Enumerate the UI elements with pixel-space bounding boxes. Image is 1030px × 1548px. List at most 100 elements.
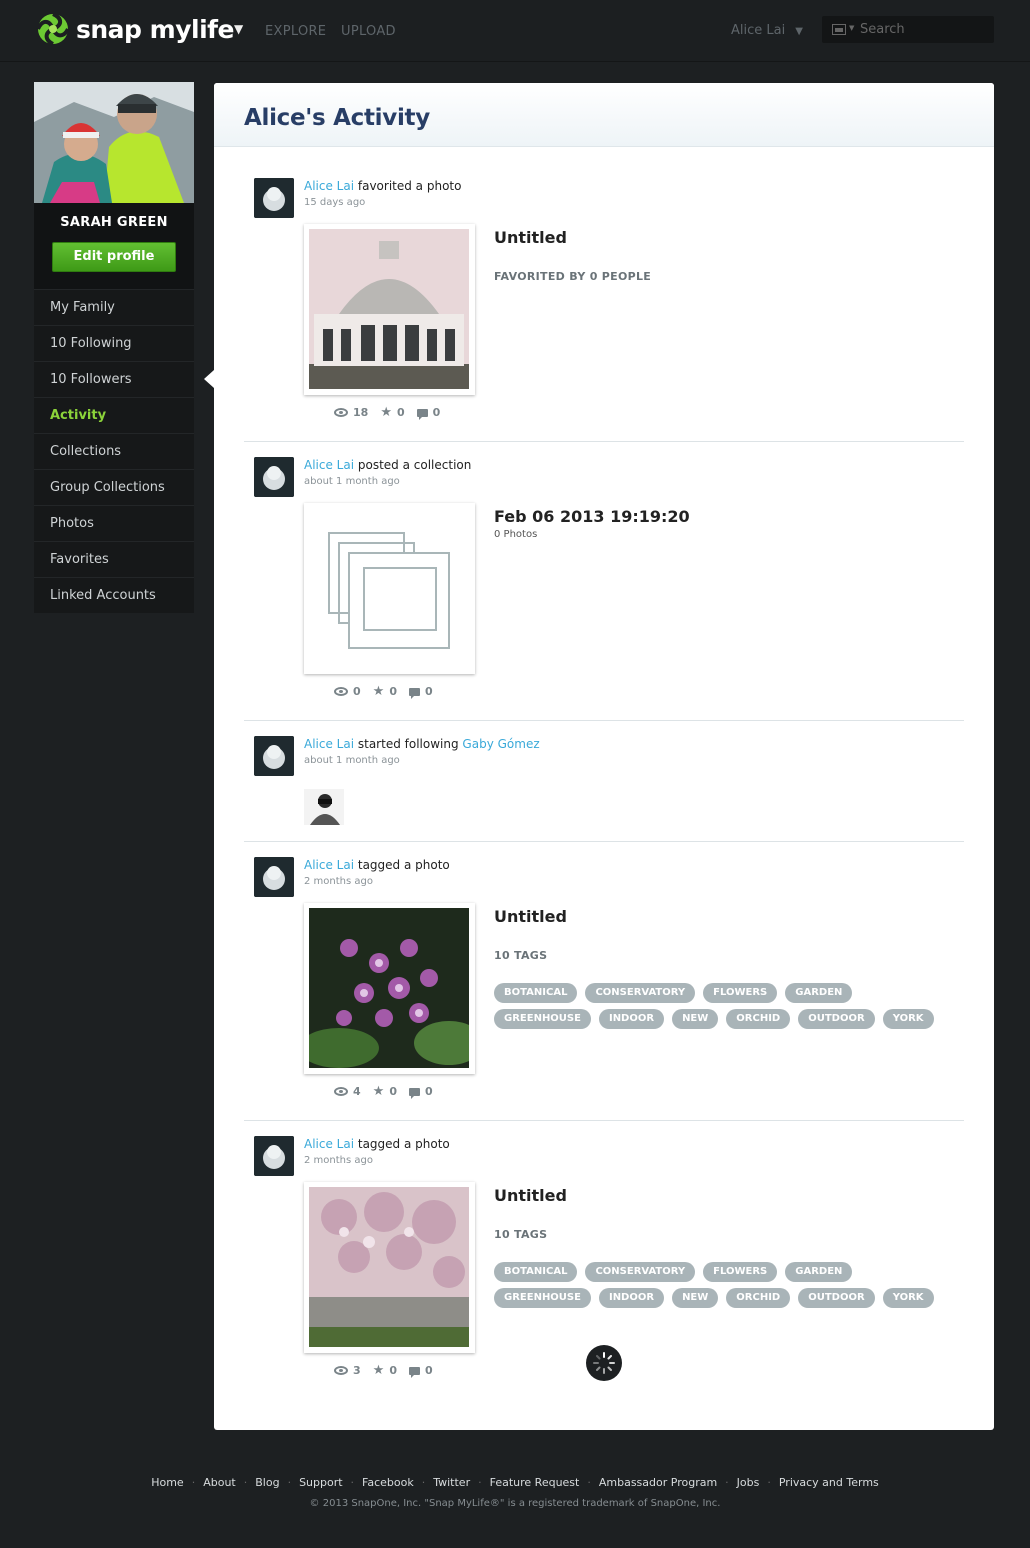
tag-pill[interactable]: OUTDOOR (798, 1009, 875, 1029)
tag-pill[interactable]: BOTANICAL (494, 983, 578, 1003)
activity-headline: Alice Lai favorited a photo (304, 179, 461, 193)
sidebar-item-favorites[interactable]: Favorites (34, 541, 194, 577)
user-avatar[interactable] (254, 178, 294, 218)
user-link[interactable]: Alice Lai (304, 179, 354, 193)
activity-item: Alice Lai posted a collection about 1 mo… (244, 457, 964, 721)
comments-count: 0 (432, 406, 441, 419)
logo-dropdown-caret-icon[interactable]: ▼ (234, 22, 243, 36)
image-search-icon[interactable] (832, 24, 846, 35)
sidebar-item-collections[interactable]: Collections (34, 433, 194, 469)
views-eye-icon (334, 1366, 348, 1375)
footer-link-about[interactable]: About (201, 1476, 238, 1489)
search-box[interactable]: ▼ (822, 16, 994, 43)
tag-pill[interactable]: CONSERVATORY (585, 1262, 696, 1282)
search-input[interactable] (860, 20, 988, 39)
footer-link-support[interactable]: Support (297, 1476, 344, 1489)
user-link[interactable]: Alice Lai (304, 858, 354, 872)
comment-icon[interactable] (408, 1366, 420, 1378)
activity-headline: Alice Lai started following Gaby Gómez (304, 737, 540, 751)
footer-separator: · (767, 1476, 771, 1489)
views-eye-icon (334, 687, 348, 696)
user-avatar[interactable] (254, 457, 294, 497)
tag-pill[interactable]: NEW (672, 1288, 719, 1308)
sidebar-item-photos[interactable]: Photos (34, 505, 194, 541)
footer-link-home[interactable]: Home (149, 1476, 185, 1489)
chevron-down-icon: ▼ (795, 26, 803, 37)
footer-link-ambassador[interactable]: Ambassador Program (597, 1476, 719, 1489)
tag-pill[interactable]: YORK (882, 1288, 934, 1308)
photo-title[interactable]: Untitled (494, 907, 567, 926)
edit-profile-button[interactable]: Edit profile (52, 242, 176, 272)
user-link[interactable]: Alice Lai (304, 458, 354, 472)
comments-count: 0 (424, 1085, 433, 1098)
top-navigation-bar: snap mylife ▼ EXPLORE UPLOAD Alice Lai ▼ … (0, 0, 1030, 62)
footer-links: Home · About · Blog · Support · Facebook · Tw… (0, 1476, 1030, 1489)
tag-pill[interactable]: GARDEN (785, 1262, 853, 1282)
activity-time: 2 months ago (304, 876, 373, 887)
sidebar-item-followers[interactable]: 10 Followers (34, 361, 194, 397)
footer: Home · About · Blog · Support · Facebook · Tw… (0, 1476, 1030, 1509)
tag-pill[interactable]: FLOWERS (703, 983, 778, 1003)
sidebar-item-following[interactable]: 10 Following (34, 325, 194, 361)
comment-icon[interactable] (408, 1087, 420, 1099)
user-avatar[interactable] (254, 736, 294, 776)
user-link[interactable]: Alice Lai (304, 737, 354, 751)
photo-thumbnail[interactable] (304, 224, 475, 395)
snap-mylife-logo[interactable]: snap mylife (36, 12, 234, 46)
user-link[interactable]: Alice Lai (304, 1137, 354, 1151)
sidebar-item-activity[interactable]: Activity (34, 397, 194, 433)
activity-time: about 1 month ago (304, 476, 400, 487)
collection-title[interactable]: Feb 06 2013 19:19:20 (494, 507, 690, 526)
user-avatar[interactable] (254, 1136, 294, 1176)
nav-upload-link[interactable]: UPLOAD (341, 24, 396, 39)
followed-user-avatar[interactable] (304, 789, 344, 825)
tag-pill[interactable]: INDOOR (598, 1288, 665, 1308)
photo-title[interactable]: Untitled (494, 1186, 567, 1205)
footer-link-jobs[interactable]: Jobs (735, 1476, 762, 1489)
tag-pill[interactable]: GREENHOUSE (494, 1288, 591, 1308)
activity-panel: Alice's Activity Alice Lai favorited a p… (214, 83, 994, 1430)
tag-pill[interactable]: GREENHOUSE (494, 1009, 591, 1029)
user-menu[interactable]: Alice Lai ▼ (731, 23, 803, 38)
tag-list: BOTANICAL CONSERVATORY FLOWERS GARDEN GR… (494, 983, 934, 1029)
footer-link-privacy[interactable]: Privacy and Terms (777, 1476, 881, 1489)
followed-user-link[interactable]: Gaby Gómez (462, 737, 539, 751)
tag-pill[interactable]: FLOWERS (703, 1262, 778, 1282)
favorites-count: 0 (396, 406, 405, 419)
photo-title[interactable]: Untitled (494, 228, 567, 247)
comment-icon[interactable] (408, 687, 420, 699)
star-icon[interactable]: ★ (373, 1364, 385, 1377)
footer-link-twitter[interactable]: Twitter (431, 1476, 472, 1489)
search-scope-caret-icon[interactable]: ▼ (849, 24, 854, 32)
sidebar-item-my-family[interactable]: My Family (34, 289, 194, 325)
collection-thumbnail[interactable] (304, 503, 475, 674)
tag-pill[interactable]: OUTDOOR (798, 1288, 875, 1308)
tag-pill[interactable]: GARDEN (785, 983, 853, 1003)
star-icon[interactable]: ★ (380, 406, 392, 419)
views-eye-icon (334, 408, 348, 417)
star-icon[interactable]: ★ (373, 1085, 385, 1098)
photo-thumbnail[interactable] (304, 903, 475, 1074)
footer-link-facebook[interactable]: Facebook (360, 1476, 416, 1489)
footer-link-feature-request[interactable]: Feature Request (488, 1476, 582, 1489)
footer-separator: · (421, 1476, 426, 1489)
comment-icon[interactable] (416, 408, 428, 420)
footer-link-blog[interactable]: Blog (253, 1476, 281, 1489)
photo-thumbnail[interactable] (304, 1182, 475, 1353)
activity-time: about 1 month ago (304, 755, 400, 766)
empty-collection-icon (309, 508, 469, 668)
tag-pill[interactable]: INDOOR (598, 1009, 665, 1029)
user-avatar[interactable] (254, 857, 294, 897)
tag-pill[interactable]: ORCHID (726, 1288, 791, 1308)
tag-pill[interactable]: ORCHID (726, 1009, 791, 1029)
star-icon[interactable]: ★ (373, 685, 385, 698)
activity-item: Alice Lai started following Gaby Gómez a… (244, 736, 964, 842)
sidebar-item-group-collections[interactable]: Group Collections (34, 469, 194, 505)
nav-explore-link[interactable]: EXPLORE (265, 24, 326, 39)
tag-pill[interactable]: BOTANICAL (494, 1262, 578, 1282)
tag-pill[interactable]: NEW (672, 1009, 719, 1029)
tag-pill[interactable]: CONSERVATORY (585, 983, 696, 1003)
sidebar-menu: My Family 10 Following 10 Followers Acti… (34, 289, 194, 613)
tag-pill[interactable]: YORK (882, 1009, 934, 1029)
sidebar-item-linked-accounts[interactable]: Linked Accounts (34, 577, 194, 613)
